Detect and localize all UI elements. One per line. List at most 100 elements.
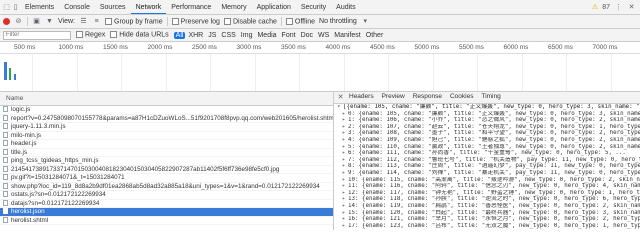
group-by-frame-option[interactable]: Group by frame [105, 17, 163, 26]
tab-application[interactable]: Application [252, 0, 296, 14]
preview-line[interactable]: ▸ 7: {ename: 112, cname: "鲁班七号", title: "… [334, 157, 640, 164]
request-row[interactable]: 2145417389173371470150300408182304015030… [0, 165, 333, 174]
filter-type-xhr[interactable]: XHR [186, 32, 205, 39]
tab-audits[interactable]: Audits [331, 0, 360, 14]
more-icon[interactable]: ⋮ [614, 3, 623, 12]
tab-security[interactable]: Security [296, 0, 331, 14]
detail-tab-timing[interactable]: Timing [477, 92, 504, 103]
request-row[interactable]: show.php?loc_id=119_8d8a2b9df01ea2868ab5… [0, 183, 333, 191]
offline-option[interactable]: Offline [285, 17, 315, 25]
timeline-gridline [477, 54, 478, 91]
overview-icon[interactable]: ≡ [92, 17, 101, 26]
preview-line[interactable]: ▸ 5: {ename: 110, cname: "嬴政", title: "王者… [334, 144, 640, 151]
preview-text: 2: {ename: 107, cname: "赵云", title: "苍天翔… [348, 123, 640, 130]
preview-text: 11: {ename: 116, cname: "阿轲", title: "信念… [348, 183, 640, 190]
clear-icon[interactable]: ⊘ [14, 17, 23, 26]
chevron-down-icon[interactable]: ▾ [361, 17, 370, 26]
request-row[interactable]: report?v=0.24758098070155778&params=a87H… [0, 114, 333, 123]
tab-elements[interactable]: Elements [20, 0, 59, 14]
preview-line[interactable]: ▸ 14: {ename: 119, cname: "扁鹊", title: "善… [334, 203, 640, 210]
preview-line[interactable]: ▸ 9: {ename: 114, cname: "刘禅", title: "暴走… [334, 170, 640, 177]
preview-line[interactable]: ▸ 15: {ename: 120, cname: "白起", title: "最… [334, 210, 640, 217]
filter-type-ws[interactable]: WS [316, 32, 331, 39]
filter-type-all[interactable]: All [173, 31, 186, 39]
file-icon [3, 114, 8, 121]
filter-type-font[interactable]: Font [280, 32, 298, 39]
large-rows-icon[interactable]: ☰ [79, 17, 88, 26]
request-row[interactable]: ping_tcss_tgideas_https_min.js [0, 157, 333, 166]
detail-tab-cookies[interactable]: Cookies [446, 92, 477, 103]
detail-tab-response[interactable]: Response [409, 92, 446, 103]
request-row[interactable]: jquery-1.11.3.min.js [0, 123, 333, 132]
request-row[interactable]: header.js [0, 140, 333, 149]
tab-memory[interactable]: Memory [216, 0, 251, 14]
throttling-select[interactable]: No throttling [319, 18, 357, 25]
filter-type-css[interactable]: CSS [219, 32, 237, 39]
hide-data-urls-option[interactable]: Hide data URLs [110, 31, 169, 39]
request-row[interactable]: title.js [0, 149, 333, 157]
preview-line[interactable]: ▸ 11: {ename: 116, cname: "阿轲", title: "信… [334, 183, 640, 190]
preview-line[interactable]: ▸ 4: {ename: 109, cname: "妲己", title: "魅惑… [334, 137, 640, 144]
tab-console[interactable]: Console [59, 0, 95, 14]
close-icon[interactable]: ✕ [627, 3, 636, 12]
preview-line[interactable]: ▸ 10: {ename: 115, cname: "高渐离", title: "… [334, 177, 640, 184]
close-icon[interactable]: ✕ [336, 93, 345, 102]
inspect-icon[interactable]: ⬚ [2, 3, 11, 12]
preview-line[interactable]: ▸ 3: {ename: 108, cname: "墨子", title: "和平… [334, 130, 640, 137]
tab-sources[interactable]: Sources [95, 0, 131, 14]
timeline-tick-label: 7000 ms [592, 44, 618, 51]
checkbox[interactable] [223, 17, 231, 25]
timeline-tick-label: 5500 ms [459, 44, 484, 51]
disable-cache-option[interactable]: Disable cache [223, 17, 277, 25]
preserve-log-option[interactable]: Preserve log [171, 17, 220, 25]
filter-input[interactable] [3, 30, 71, 40]
preview-line[interactable]: ▾ [{ename: 105, cname: "廉颇", title: "正义爆轰… [334, 104, 640, 111]
file-icon [3, 165, 8, 172]
preview-line[interactable]: ▸ 1: {ename: 106, cname: "小乔", title: "恋之… [334, 117, 640, 124]
checkbox[interactable] [171, 17, 179, 25]
request-name: herolist.json [11, 208, 45, 215]
detail-tab-preview[interactable]: Preview [377, 92, 409, 103]
preview-line[interactable]: ▸ 2: {ename: 107, cname: "赵云", title: "苍天… [334, 124, 640, 131]
file-icon [3, 174, 8, 181]
filter-type-media[interactable]: Media [255, 32, 278, 39]
detail-tab-headers[interactable]: Headers [345, 92, 378, 103]
filter-type-manifest[interactable]: Manifest [332, 32, 362, 39]
capture-screenshots-icon[interactable]: ▣ [32, 17, 41, 26]
checkbox[interactable] [76, 31, 83, 39]
checkbox[interactable] [285, 17, 293, 25]
checkbox[interactable] [110, 31, 118, 39]
group-label: Group by frame [114, 18, 163, 26]
preview-line[interactable]: ▸ 6: {ename: 111, cname: "孙尚香", title: "千… [334, 150, 640, 157]
checkbox[interactable] [105, 17, 112, 25]
preview-line[interactable]: ▸ 0: {ename: 105, cname: "廉颇", title: "正义… [334, 111, 640, 118]
filter-type-other[interactable]: Other [364, 32, 386, 39]
request-row[interactable]: logic.js [0, 106, 333, 115]
preview-line[interactable]: ▸ 13: {ename: 118, cname: "孙膑", title: "逆… [334, 196, 640, 203]
request-row[interactable]: ostats.js?sn=0.012172122269934 [0, 191, 333, 200]
tab-network[interactable]: Network [130, 0, 167, 14]
device-toolbar-icon[interactable]: ▯ [11, 3, 20, 12]
request-name: pv.gif?t=15031284071&_t=15031284071 [11, 174, 125, 181]
filter-type-js[interactable]: JS [206, 32, 218, 39]
request-list-header[interactable]: Name [0, 92, 333, 106]
request-row[interactable]: herolist.json [0, 208, 333, 217]
timeline-overview[interactable] [0, 54, 640, 92]
network-panel: Name logic.js report?v=0.2475809807015577… [0, 92, 640, 230]
preview-line[interactable]: ▸ 16: {ename: 121, cname: "芈月", title: "永… [334, 216, 640, 223]
request-row[interactable]: herolist.shtml [0, 217, 333, 225]
tab-performance[interactable]: Performance [166, 0, 216, 14]
filter-type-doc[interactable]: Doc [299, 32, 315, 39]
preview-line[interactable]: ▸ 8: {ename: 113, cname: "庄周", title: "逍遥… [334, 163, 640, 170]
request-row[interactable]: datajs?sn=0.012172122269934 [0, 200, 333, 208]
filter-type-img[interactable]: Img [239, 32, 255, 39]
filter-icon[interactable]: ▼ [45, 17, 54, 26]
record-icon[interactable] [3, 18, 10, 25]
request-row[interactable]: pv.gif?t=15031284071&_t=15031284071 [0, 174, 333, 183]
warning-icon[interactable]: ⚠ [592, 3, 598, 11]
timeline-gridline [566, 54, 567, 91]
preview-line[interactable]: ▸ 12: {ename: 117, cname: "钟无艳", title: "… [334, 190, 640, 197]
regex-option[interactable]: Regex [76, 31, 105, 39]
request-row[interactable]: milo-min.js [0, 132, 333, 140]
preview-line[interactable]: ▸ 17: {ename: 123, cname: "吕布", title: "无… [334, 223, 640, 230]
